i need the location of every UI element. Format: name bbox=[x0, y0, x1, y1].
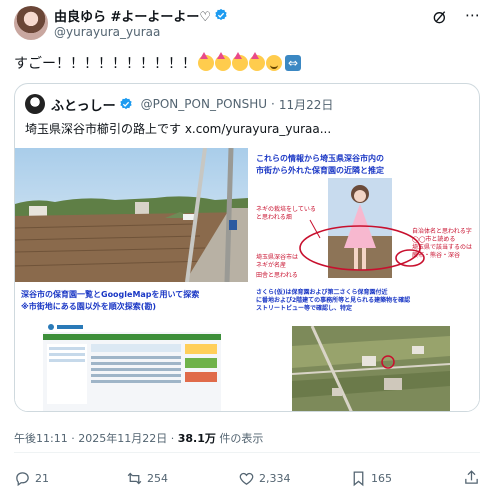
divider bbox=[14, 452, 480, 453]
repost-icon bbox=[127, 472, 142, 484]
road-photo-illustration bbox=[15, 148, 248, 282]
smiling-face-emoji-icon bbox=[266, 55, 282, 71]
note-negi: 埼玉県深谷市は ネギが名産 bbox=[256, 254, 298, 270]
tweet-time[interactable]: 午後11:11 bbox=[14, 432, 68, 445]
media-slide-search[interactable]: 深谷市の保育園一覧とGoogleMapを用いて探索 ※市街地にある園以外を順次探… bbox=[15, 284, 248, 411]
repost-count: 254 bbox=[147, 471, 168, 485]
bookmarks-stat[interactable]: 165 bbox=[350, 467, 392, 489]
note-city: 自治体名と思われる字 ◯◯市と読める 埼玉県で該当するのは 蕨市・熊谷・深谷 bbox=[412, 228, 472, 260]
slide-title-line: さくら(仮)は保育園および第二さくら保育園付近 bbox=[256, 289, 388, 296]
slide-title-line: 深谷市の保育園一覧とGoogleMapを用いて探索 bbox=[21, 290, 200, 299]
partying-face-emoji-icon bbox=[249, 52, 265, 71]
heart-icon bbox=[239, 472, 254, 485]
note-field: ネギの栽培をしている と思われる畑 bbox=[256, 206, 316, 222]
like-count: 2,334 bbox=[259, 471, 291, 485]
views-label: 件の表示 bbox=[219, 432, 264, 445]
quote-separator: · bbox=[271, 97, 275, 111]
note-line: 埼玉県深谷市は bbox=[256, 254, 299, 261]
reply-icon bbox=[16, 471, 29, 486]
quote-author-name: ふとっしー bbox=[51, 98, 116, 114]
slide-title-line: ※市街地にある園以外を順次探索(勘) bbox=[21, 302, 157, 311]
tweet-date[interactable]: 2025年11月22日 bbox=[78, 432, 167, 445]
tweet-text: すごー！！！！！！！！！！ ⇔ bbox=[14, 52, 301, 73]
meta-separator: · bbox=[170, 432, 178, 445]
quote-date: 11月22日 bbox=[278, 97, 334, 112]
partying-face-emoji-icon bbox=[215, 52, 231, 71]
note-line: ネギの栽培をしている bbox=[256, 206, 316, 213]
views-count: 38.1万 bbox=[177, 432, 216, 445]
website-screenshot-illustration bbox=[43, 322, 221, 411]
author-name-row: 由良ゆら #よーよーよー♡ bbox=[54, 6, 228, 25]
share-icon[interactable] bbox=[463, 469, 480, 486]
media-slide-estimate[interactable]: これらの情報から埼玉県深谷市内の 市街から外れた保育園の近隣と推定 ネギの栽培を… bbox=[250, 148, 479, 282]
author-avatar[interactable] bbox=[14, 6, 48, 40]
quote-header: ふとっしー @PON_PON_PONSHU · 11月22日 bbox=[25, 94, 333, 114]
more-options-icon[interactable]: ⋯ bbox=[465, 6, 480, 24]
quote-author-avatar bbox=[25, 94, 45, 114]
partying-face-emoji-icon bbox=[198, 52, 214, 71]
media-photo-road[interactable] bbox=[15, 148, 248, 282]
left-right-arrow-emoji-icon: ⇔ bbox=[285, 55, 301, 71]
note-line: 埼玉県で該当するのは bbox=[412, 244, 473, 251]
note-rural: 田舎と思われる bbox=[256, 272, 298, 279]
action-bar: 21 254 2,334 165 bbox=[14, 467, 480, 489]
tweet-meta: 午後11:11 · 2025年11月22日 · 38.1万 件の表示 bbox=[14, 430, 263, 446]
bookmark-icon bbox=[353, 470, 364, 486]
note-line: ネギが名産 bbox=[256, 262, 287, 269]
media-slide-aerial[interactable]: さくら(仮)は保育園および第二さくら保育園付近 に番地および2階建ての事務所等と… bbox=[250, 284, 479, 411]
slide-search-title: 深谷市の保育園一覧とGoogleMapを用いて探索 ※市街地にある園以外を順次探… bbox=[21, 289, 199, 313]
slide-title-line: に番地および2階建ての事務所等と見られる建築物を確認 bbox=[256, 297, 411, 304]
verified-badge-icon bbox=[215, 8, 227, 21]
verified-badge-icon bbox=[119, 97, 132, 110]
note-line: 蕨市・熊谷・深谷 bbox=[412, 252, 461, 259]
reply-count: 21 bbox=[35, 471, 49, 485]
note-line: 自治体名と思われる字 bbox=[412, 228, 472, 235]
quote-author-handle: @PON_PON_PONSHU bbox=[140, 97, 268, 111]
like-button[interactable]: 2,334 bbox=[238, 467, 291, 489]
slide-title-line: ストリートビュー等で確認し、特定 bbox=[256, 305, 353, 312]
author-handle[interactable]: @yurayura_yuraa bbox=[54, 25, 160, 39]
slide-aerial-title: さくら(仮)は保育園および第二さくら保育園付近 に番地および2階建ての事務所等と… bbox=[256, 289, 410, 313]
reply-button[interactable]: 21 bbox=[14, 467, 49, 489]
author-display-name[interactable]: 由良ゆら #よーよーよー♡ bbox=[54, 6, 211, 25]
repost-button[interactable]: 254 bbox=[126, 467, 168, 489]
partying-face-emoji-icon bbox=[232, 52, 248, 71]
grok-icon[interactable] bbox=[432, 9, 448, 25]
note-line: ◯◯市と読める bbox=[412, 236, 456, 243]
emoji-row: ⇔ bbox=[198, 52, 301, 71]
tweet-body: すごー！！！！！！！！！！ bbox=[14, 56, 196, 72]
quote-text: 埼玉県深谷市櫛引の路上です x.com/yurayura_yuraa... bbox=[25, 122, 332, 136]
quoted-tweet[interactable]: ふとっしー @PON_PON_PONSHU · 11月22日 埼玉県深谷市櫛引の… bbox=[14, 83, 480, 412]
aerial-map-illustration bbox=[292, 326, 450, 411]
bookmark-count: 165 bbox=[371, 471, 392, 485]
note-line: と思われる畑 bbox=[256, 214, 292, 221]
quote-media-grid: これらの情報から埼玉県深谷市内の 市街から外れた保育園の近隣と推定 ネギの栽培を… bbox=[15, 148, 479, 411]
tweet-header: 由良ゆら #よーよーよー♡ @yurayura_yuraa ⋯ bbox=[14, 4, 480, 44]
